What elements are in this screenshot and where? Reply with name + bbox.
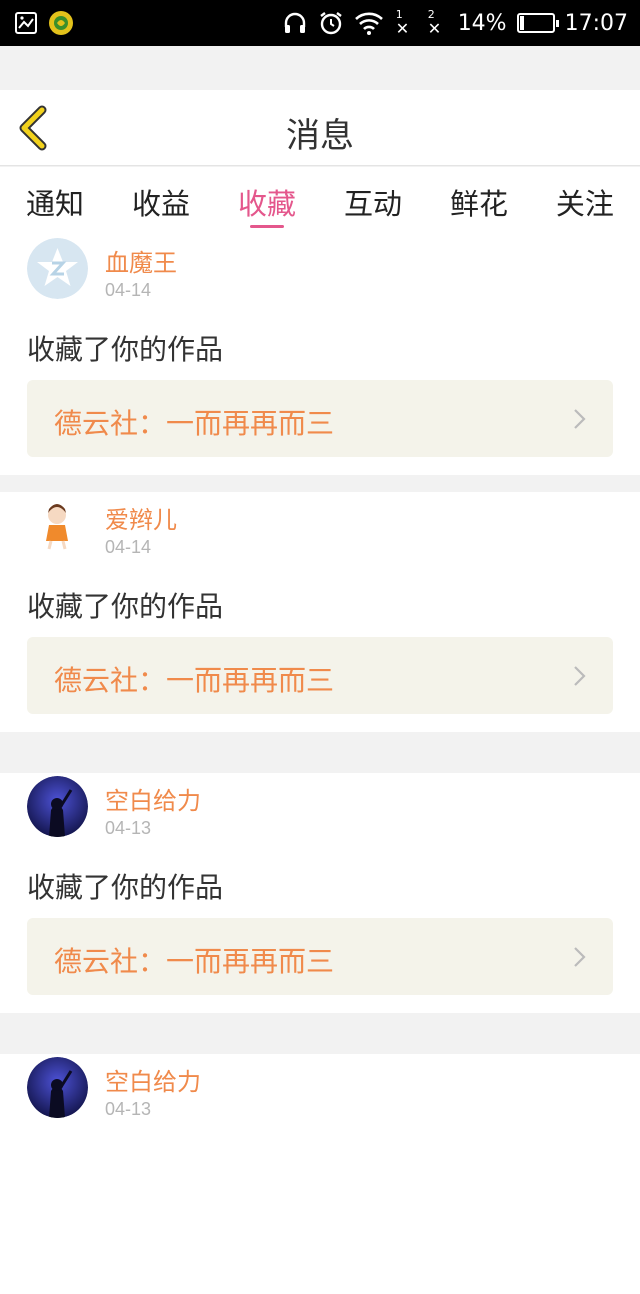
avatar[interactable] xyxy=(27,238,88,299)
user-name[interactable]: 空白给力 xyxy=(105,1062,201,1097)
header: 消息 xyxy=(0,90,640,166)
battery-percent: 14% xyxy=(457,10,507,36)
clock: 17:07 xyxy=(564,10,628,36)
avatar[interactable] xyxy=(27,1057,88,1118)
action-text: 收藏了你的作品 xyxy=(27,871,224,904)
tab-label: 关注 xyxy=(555,187,614,221)
status-bar: 1 ✕ 2 ✕ 14% 17:07 xyxy=(0,0,640,46)
chevron-right-icon xyxy=(574,409,586,429)
tab-bar: 通知 收益 收藏 互动 鲜花 关注 xyxy=(0,167,640,235)
tab-label: 收益 xyxy=(131,187,190,221)
chevron-right-icon xyxy=(574,666,586,686)
work-link-button[interactable]: 德云社：一而再再而三 xyxy=(27,637,613,714)
avatar[interactable] xyxy=(27,776,88,837)
active-tab-indicator xyxy=(249,225,284,228)
work-title: 德云社：一而再再而三 xyxy=(54,945,335,978)
list-item: 爱辫儿 04-14 收藏了你的作品 德云社：一而再再而三 xyxy=(0,492,640,732)
user-name[interactable]: 爱辫儿 xyxy=(105,500,177,535)
user-name[interactable]: 空白给力 xyxy=(105,781,201,816)
alarm-icon xyxy=(318,10,344,36)
list-item: 血魔王 04-14 收藏了你的作品 德云社：一而再再而三 xyxy=(0,235,640,475)
action-text: 收藏了你的作品 xyxy=(27,333,224,366)
timestamp: 04-13 xyxy=(105,818,152,838)
tab-label: 鲜花 xyxy=(449,187,508,221)
battery-icon xyxy=(516,13,559,33)
tab-label: 收藏 xyxy=(237,187,296,221)
action-text: 收藏了你的作品 xyxy=(27,590,224,623)
timestamp: 04-14 xyxy=(105,537,152,557)
work-link-button[interactable]: 德云社：一而再再而三 xyxy=(27,380,613,457)
sim2-icon: 2 ✕ xyxy=(427,8,442,38)
user-name[interactable]: 血魔王 xyxy=(105,243,177,278)
avatar[interactable] xyxy=(27,495,88,556)
tab-notifications[interactable]: 通知 xyxy=(26,167,84,235)
tab-flowers[interactable]: 鲜花 xyxy=(450,167,508,235)
headphones-icon xyxy=(282,10,308,36)
page-title: 消息 xyxy=(286,116,354,156)
tab-follows[interactable]: 关注 xyxy=(556,167,614,235)
tab-favorites[interactable]: 收藏 xyxy=(238,167,296,235)
work-title: 德云社：一而再再而三 xyxy=(54,664,335,697)
list-item: 空白给力 04-13 xyxy=(0,1054,640,1294)
tab-earnings[interactable]: 收益 xyxy=(132,167,190,235)
tab-label: 互动 xyxy=(343,187,402,221)
night-photo-avatar-icon xyxy=(27,776,88,837)
default-star-avatar-icon xyxy=(27,238,88,299)
tab-interactions[interactable]: 互动 xyxy=(344,167,402,235)
chevron-right-icon xyxy=(574,947,586,967)
cartoon-girl-avatar-icon xyxy=(27,495,88,556)
tab-label: 通知 xyxy=(26,187,85,221)
sim1-icon: 1 ✕ xyxy=(395,8,410,38)
timestamp: 04-14 xyxy=(105,280,152,300)
work-link-button[interactable]: 德云社：一而再再而三 xyxy=(27,918,613,995)
timestamp: 04-13 xyxy=(105,1099,152,1119)
wifi-icon xyxy=(354,10,384,36)
night-photo-avatar-icon xyxy=(27,1057,88,1118)
list-item: 空白给力 04-13 收藏了你的作品 德云社：一而再再而三 xyxy=(0,773,640,1013)
work-title: 德云社：一而再再而三 xyxy=(54,407,335,440)
app-icon xyxy=(48,10,74,36)
gallery-icon xyxy=(14,11,38,35)
